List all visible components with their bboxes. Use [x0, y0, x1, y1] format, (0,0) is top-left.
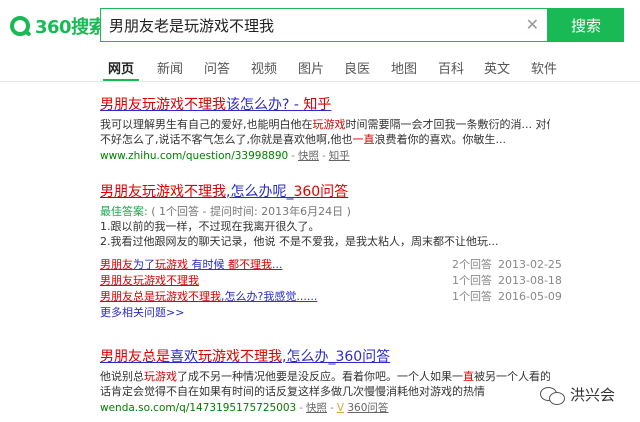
answer-count: 2个回答 — [452, 258, 492, 271]
logo-text: 360搜索 — [35, 17, 107, 38]
related-question-row: 男朋友总是玩游戏不理我,怎么办?我感觉...... 1个回答 2016-05-0… — [100, 289, 562, 305]
search-button[interactable]: 搜索 — [548, 8, 624, 42]
related-question-link[interactable]: 男朋友为了玩游戏 有时候 都不理我... — [100, 257, 283, 273]
question-date: 2013-02-25 — [498, 258, 562, 271]
tab-map[interactable]: 地图 — [391, 58, 417, 77]
search-result: 男朋友玩游戏不理我该怎么办? - 知乎 我可以理解男生有自己的爱好,也能明白他在… — [100, 96, 550, 163]
search-result: 男朋友总是喜欢玩游戏不理我,怎么办_360问答 他说别总玩游戏了成不另一种情况他… — [100, 348, 550, 415]
related-question-row: 男朋友为了玩游戏 有时候 都不理我... 2个回答 2013-02-25 — [100, 257, 562, 273]
watermark: 洪兴会 — [540, 384, 615, 405]
result-snippet: 我可以理解男生有自己的爱好,也能明白他在玩游戏时间需要隔一会才回我一条敷衍的消.… — [100, 118, 550, 146]
watermark-text: 洪兴会 — [570, 386, 616, 404]
answer-line: 2.我看过他跟网友的聊天记录，他说 不是不爱我，是我太粘人，周末都不让他玩... — [100, 235, 499, 248]
snapshot-link[interactable]: 快照 — [298, 150, 319, 162]
tab-baike[interactable]: 百科 — [438, 58, 464, 77]
more-related-link[interactable]: 更多相关问题>> — [100, 305, 550, 321]
active-tab-indicator — [103, 79, 139, 81]
related-questions: 男朋友为了玩游戏 有时候 都不理我... 2个回答 2013-02-25 男朋友… — [100, 257, 562, 305]
question-date: 2016-05-09 — [498, 290, 562, 303]
tab-images[interactable]: 图片 — [298, 58, 324, 77]
source-link[interactable]: 360问答 — [347, 402, 388, 414]
result-url-line: www.zhihu.com/question/33998890- 快照 - 知乎 — [100, 150, 350, 162]
answer-count: 1个回答 — [452, 274, 492, 287]
search-result: 男朋友玩游戏不理我,怎么办呢_360问答 最佳答案: ( 1个回答 - 提问时间… — [100, 183, 562, 321]
vertical-tabs: 网页 新闻 问答 视频 图片 良医 地图 百科 英文 软件 — [0, 52, 640, 82]
tab-doctor[interactable]: 良医 — [344, 58, 370, 77]
related-question-link[interactable]: 男朋友玩游戏不理我 — [100, 273, 199, 289]
result-url: www.zhihu.com/question/33998890 — [100, 150, 289, 162]
snapshot-link[interactable]: 快照 — [306, 402, 327, 414]
logo[interactable]: 360搜索 — [10, 11, 107, 41]
logo-360-icon — [10, 16, 30, 36]
related-question-link[interactable]: 男朋友总是玩游戏不理我,怎么办?我感觉...... — [100, 289, 317, 305]
tab-video[interactable]: 视频 — [251, 58, 277, 77]
tab-web[interactable]: 网页 — [108, 58, 134, 77]
source-link[interactable]: 知乎 — [329, 150, 350, 162]
source-badge-icon: V — [336, 402, 345, 414]
clear-icon[interactable]: ✕ — [526, 16, 539, 34]
tab-software[interactable]: 软件 — [531, 58, 557, 77]
answer-line: 1.跟以前的我一样，不过现在我离开很久了。 — [100, 220, 320, 233]
result-url: wenda.so.com/q/1473195175725003 — [100, 402, 297, 414]
search-box: ✕ — [100, 8, 548, 42]
tab-news[interactable]: 新闻 — [157, 58, 183, 77]
tab-english[interactable]: 英文 — [484, 58, 510, 77]
result-title-link[interactable]: 男朋友玩游戏不理我,怎么办呢_360问答 — [100, 183, 550, 201]
header: 360搜索 ✕ 搜索 — [0, 0, 640, 52]
tab-qa[interactable]: 问答 — [204, 58, 230, 77]
search-input[interactable] — [101, 9, 521, 41]
result-url-line: wenda.so.com/q/1473195175725003- 快照 - V 360… — [100, 402, 389, 414]
result-title-link[interactable]: 男朋友总是喜欢玩游戏不理我,怎么办_360问答 — [100, 348, 550, 366]
related-question-row: 男朋友玩游戏不理我 1个回答 2013-08-18 — [100, 273, 562, 289]
best-answer-meta: 最佳答案: ( 1个回答 - 提问时间: 2013年6月24日 ) — [100, 205, 351, 218]
result-snippet: 他说别总玩游戏了成不另一种情况他要是没反应。看着你吧。一个人如果一直被另一个人看… — [100, 370, 550, 398]
result-title-link[interactable]: 男朋友玩游戏不理我该怎么办? - 知乎 — [100, 96, 550, 114]
wechat-icon — [540, 385, 566, 405]
question-date: 2013-08-18 — [498, 274, 562, 287]
answer-count: 1个回答 — [452, 290, 492, 303]
